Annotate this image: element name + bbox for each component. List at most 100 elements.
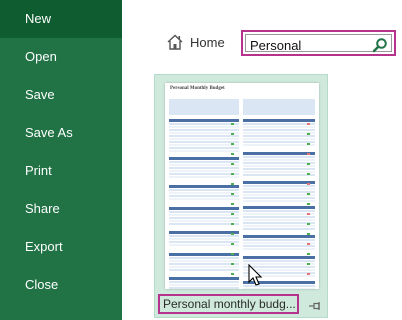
sidebar-item-label: Share xyxy=(25,201,60,216)
thumbnail-table-row xyxy=(169,266,239,268)
thumbnail-status-mark xyxy=(231,133,234,135)
thumbnail-table-row xyxy=(169,167,239,169)
thumbnail-table-row xyxy=(243,200,315,202)
thumbnail-status-mark xyxy=(307,183,310,185)
thumbnail-table-row xyxy=(243,188,315,190)
thumbnail-table-row xyxy=(169,173,239,175)
thumbnail-table-row xyxy=(243,159,315,161)
sidebar-item-label: Save xyxy=(25,87,55,102)
thumbnail-table-header xyxy=(243,206,315,209)
home-link[interactable]: Home xyxy=(190,35,225,50)
thumbnail-table-header xyxy=(169,119,239,122)
sidebar-item-label: Save As xyxy=(25,125,73,140)
sidebar-item-new[interactable]: New xyxy=(0,0,122,38)
thumbnail-table-row xyxy=(169,132,239,134)
thumbnail-table-row xyxy=(169,161,239,163)
thumbnail-status-mark xyxy=(231,253,234,255)
thumbnail-table-header xyxy=(243,256,315,259)
sidebar-item-close[interactable]: Close xyxy=(0,266,122,304)
thumbnail-table-row xyxy=(243,225,315,227)
thumbnail-status-mark xyxy=(231,173,234,175)
thumbnail-table-row xyxy=(169,138,239,140)
thumbnail-table-row xyxy=(243,219,315,221)
thumbnail-table-header xyxy=(169,207,239,210)
search-input[interactable]: Personal xyxy=(245,34,392,53)
thumbnail-table-row xyxy=(243,165,315,167)
thumbnail-status-mark xyxy=(231,203,234,205)
thumbnail-table-row xyxy=(169,164,239,166)
thumbnail-table-row xyxy=(169,281,239,283)
sidebar-item-save[interactable]: Save xyxy=(0,76,122,114)
thumbnail-table-header xyxy=(243,119,315,122)
thumbnail-table-row xyxy=(169,235,239,237)
thumbnail-table-row xyxy=(243,191,315,193)
thumbnail-table-row xyxy=(243,141,315,143)
thumbnail-table-row xyxy=(169,176,239,178)
template-caption[interactable]: Personal monthly budg... xyxy=(158,294,299,314)
thumbnail-table-row xyxy=(243,210,315,212)
thumbnail-table-row xyxy=(243,185,315,187)
backstage-sidebar: New Open Save Save As Print Share Export… xyxy=(0,0,122,320)
thumbnail-table-row xyxy=(243,245,315,247)
sidebar-item-share[interactable]: Share xyxy=(0,190,122,228)
thumbnail-table-row xyxy=(243,260,315,262)
thumbnail-table-row xyxy=(243,126,315,128)
sidebar-item-export[interactable]: Export xyxy=(0,228,122,266)
sidebar-item-open[interactable]: Open xyxy=(0,38,122,76)
sidebar-item-print[interactable]: Print xyxy=(0,152,122,190)
thumbnail-table-header xyxy=(169,185,239,188)
thumbnail-status-mark xyxy=(231,143,234,145)
template-tile-personal-monthly-budget[interactable]: Personal Monthly Budget Personal monthly… xyxy=(154,74,328,318)
thumbnail-status-mark xyxy=(307,213,310,215)
sidebar-item-label: Close xyxy=(25,277,59,292)
thumbnail-table-row xyxy=(243,162,315,164)
sidebar-item-label: New xyxy=(25,11,52,26)
thumbnail-table-row xyxy=(243,213,315,215)
thumbnail-status-mark xyxy=(307,203,310,205)
thumbnail-table-row xyxy=(243,144,315,146)
thumbnail-table-row xyxy=(243,222,315,224)
pin-icon[interactable] xyxy=(308,301,322,311)
template-thumbnail[interactable]: Personal Monthly Budget xyxy=(165,83,319,289)
thumbnail-table-row xyxy=(169,170,239,172)
thumbnail-table-row xyxy=(243,132,315,134)
thumbnail-table-row xyxy=(169,214,239,216)
thumbnail-table-row xyxy=(169,123,239,125)
thumbnail-status-mark xyxy=(307,163,310,165)
thumbnail-table-row xyxy=(169,287,239,289)
thumbnail-table-row xyxy=(169,257,239,259)
thumbnail-table-row xyxy=(169,263,239,265)
thumbnail-table-row xyxy=(169,244,239,246)
thumbnail-table-header xyxy=(243,152,315,155)
thumbnail-status-mark xyxy=(231,273,234,275)
thumbnail-table-row xyxy=(243,248,315,250)
thumbnail-table-row xyxy=(169,144,239,146)
thumbnail-table-row xyxy=(169,195,239,197)
template-search-box[interactable]: Personal xyxy=(241,30,396,56)
thumbnail-status-mark xyxy=(307,133,310,135)
sidebar-item-label: Print xyxy=(25,163,52,178)
thumbnail-table-row xyxy=(169,269,239,271)
search-input-value[interactable]: Personal xyxy=(250,38,301,53)
thumbnail-table-header xyxy=(169,231,239,234)
thumbnail-table-row xyxy=(169,129,239,131)
thumbnail-status-mark xyxy=(307,143,310,145)
thumbnail-table-row xyxy=(169,189,239,191)
thumbnail-table-header xyxy=(169,277,239,280)
sidebar-item-save-as[interactable]: Save As xyxy=(0,114,122,152)
thumbnail-table-header xyxy=(169,157,239,160)
thumbnail-table-row xyxy=(169,260,239,262)
thumbnail-table-header xyxy=(243,181,315,184)
search-icon[interactable] xyxy=(372,37,388,53)
thumbnail-status-mark xyxy=(307,123,310,125)
thumbnail-status-mark xyxy=(307,273,310,275)
thumbnail-status-mark xyxy=(231,183,234,185)
thumbnail-table-row xyxy=(243,156,315,158)
thumbnail-status-mark xyxy=(231,223,234,225)
thumbnail-table-row xyxy=(169,141,239,143)
home-icon[interactable] xyxy=(166,33,184,51)
thumbnail-status-mark xyxy=(231,243,234,245)
thumbnail-status-mark xyxy=(307,253,310,255)
thumbnail-table-row xyxy=(243,171,315,173)
thumbnail-status-mark xyxy=(231,263,234,265)
